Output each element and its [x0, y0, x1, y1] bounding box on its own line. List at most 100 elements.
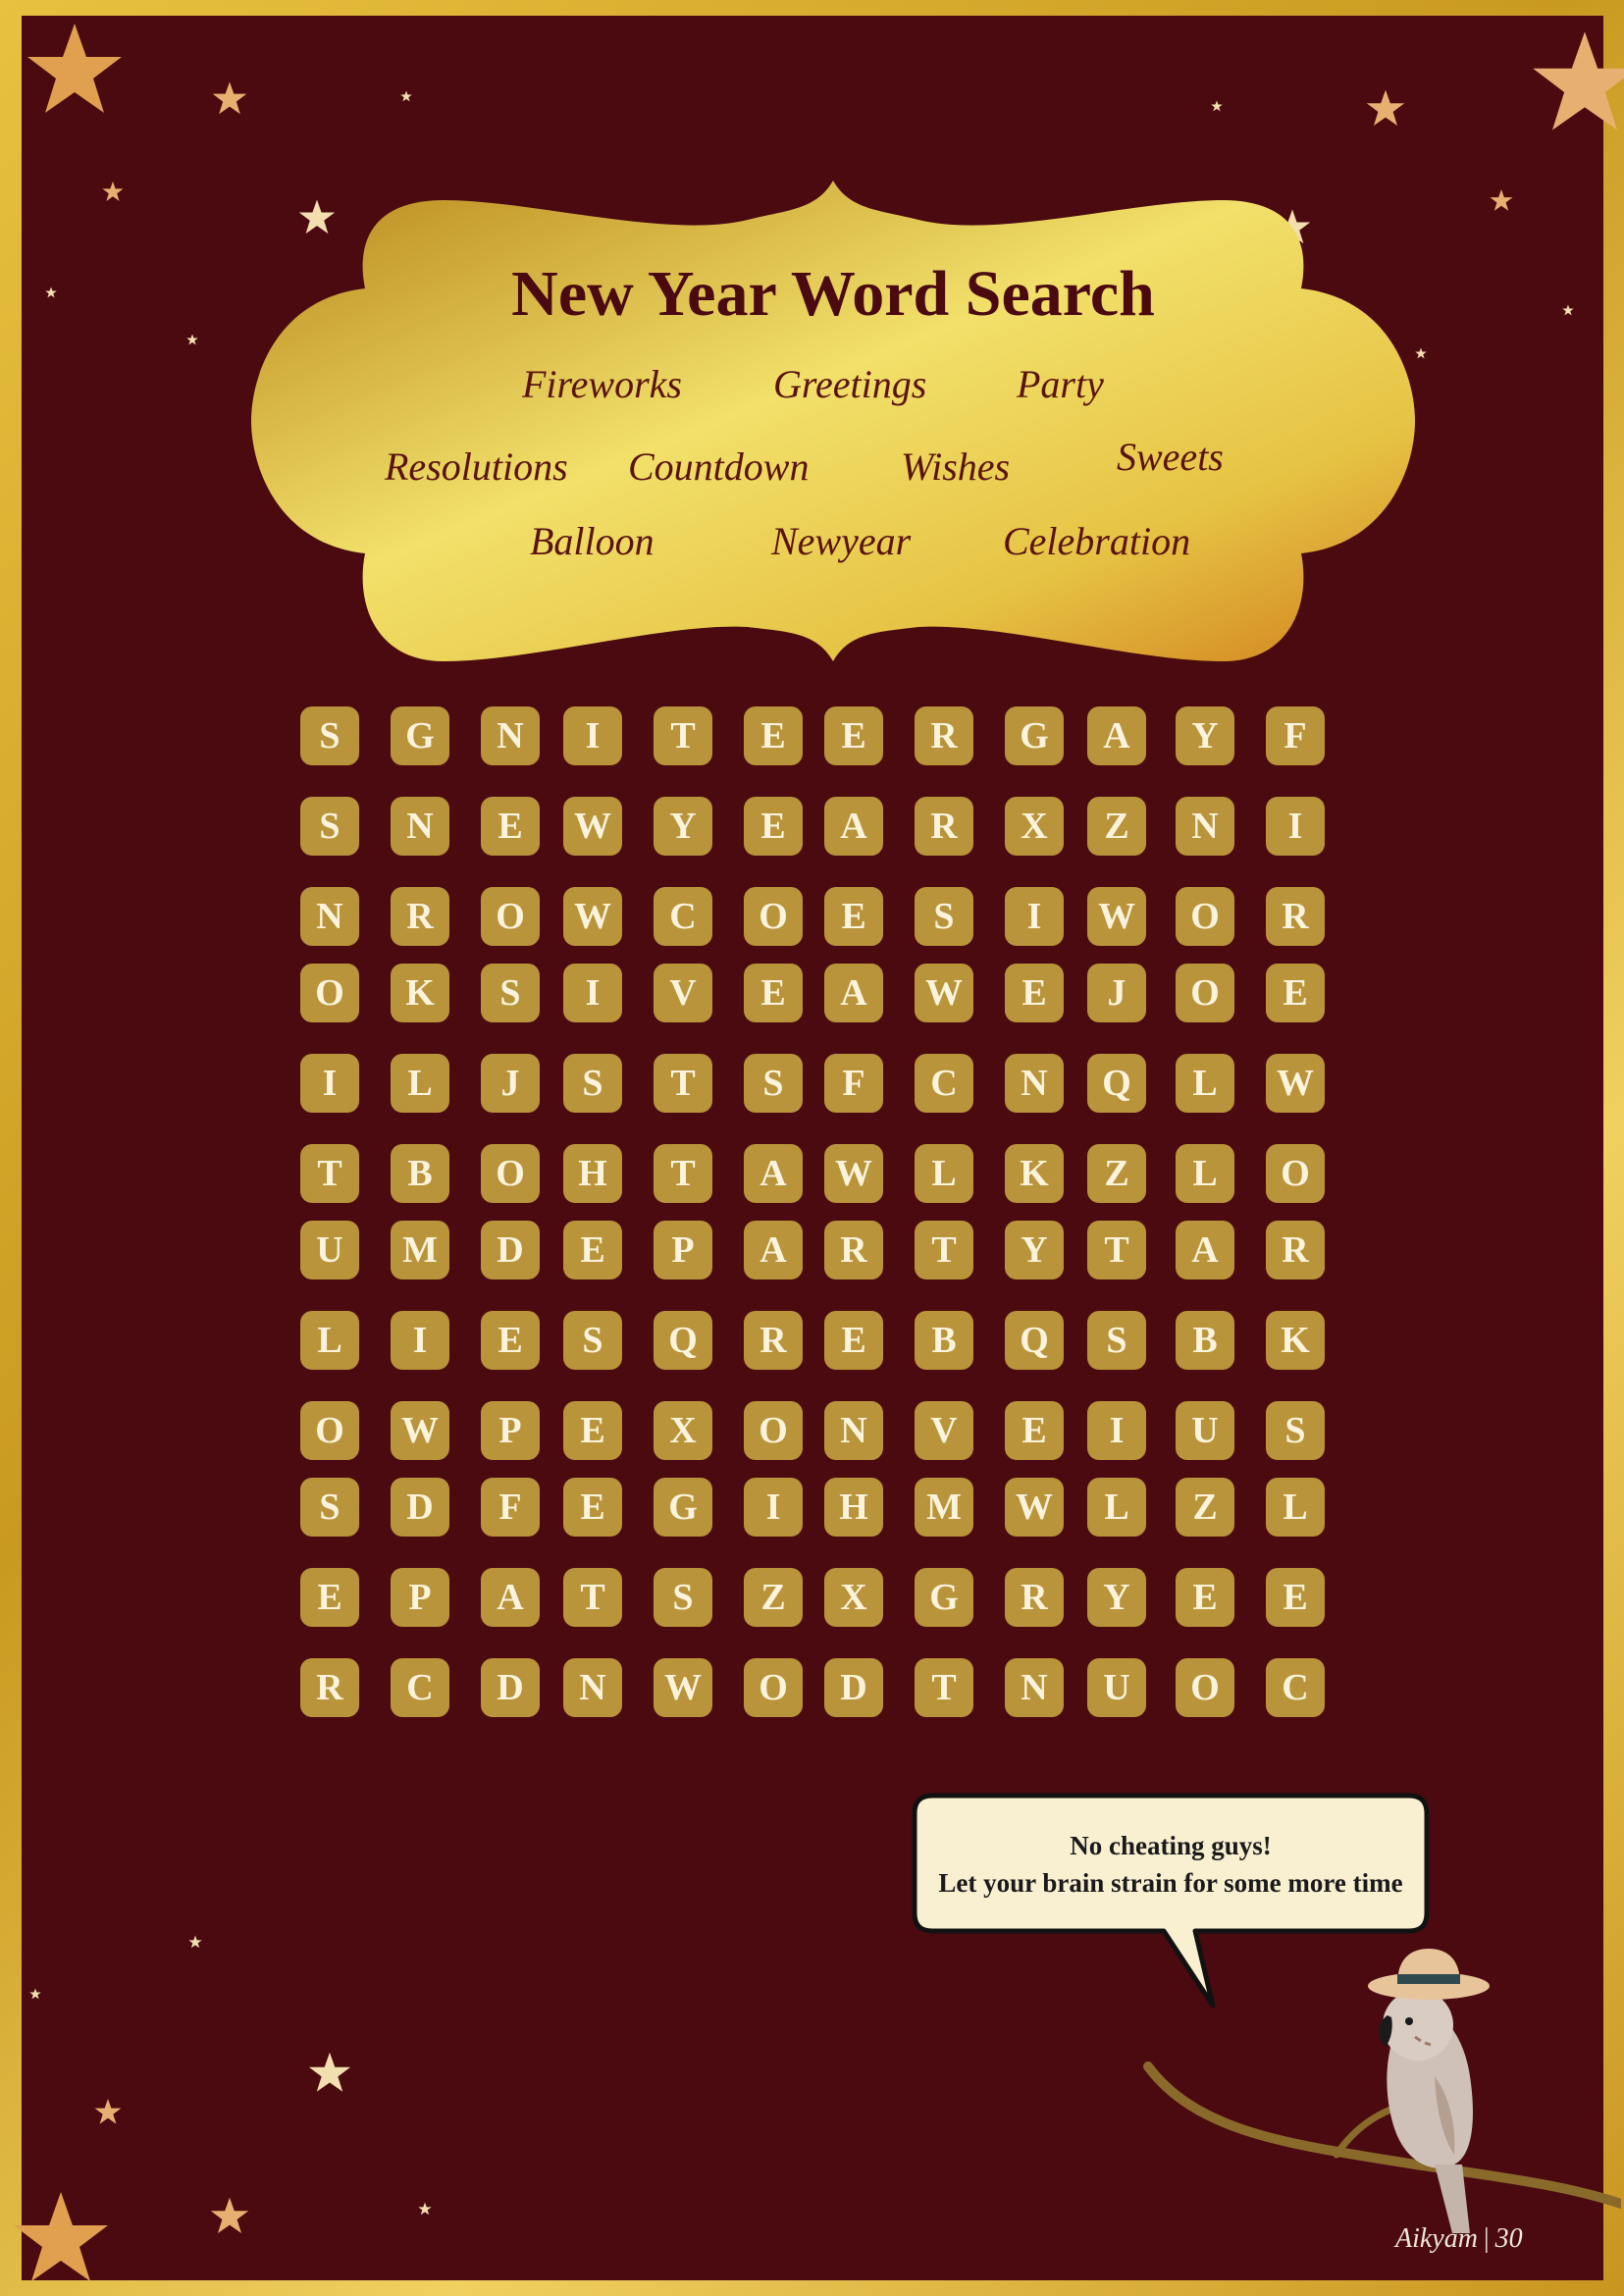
grid-letter-cell[interactable]: H — [563, 1144, 622, 1203]
grid-letter-cell[interactable]: W — [391, 1401, 449, 1460]
grid-letter-cell[interactable]: S — [300, 797, 359, 856]
grid-letter-cell[interactable]: I — [744, 1478, 803, 1537]
grid-letter-cell[interactable]: T — [654, 706, 712, 765]
grid-letter-cell[interactable]: D — [391, 1478, 449, 1537]
grid-letter-cell[interactable]: I — [1266, 797, 1325, 856]
grid-letter-cell[interactable]: L — [1087, 1478, 1146, 1537]
grid-letter-cell[interactable]: O — [481, 887, 540, 946]
grid-letter-cell[interactable]: K — [1005, 1144, 1064, 1203]
grid-letter-cell[interactable]: E — [744, 964, 803, 1022]
grid-letter-cell[interactable]: B — [391, 1144, 449, 1203]
grid-letter-cell[interactable]: S — [654, 1568, 712, 1627]
grid-letter-cell[interactable]: W — [654, 1658, 712, 1717]
grid-letter-cell[interactable]: E — [824, 706, 883, 765]
grid-letter-cell[interactable]: Q — [1005, 1311, 1064, 1370]
grid-letter-cell[interactable]: T — [654, 1144, 712, 1203]
grid-letter-cell[interactable]: X — [654, 1401, 712, 1460]
grid-letter-cell[interactable]: W — [563, 887, 622, 946]
grid-letter-cell[interactable]: Y — [654, 797, 712, 856]
grid-letter-cell[interactable]: E — [481, 1311, 540, 1370]
grid-letter-cell[interactable]: D — [481, 1221, 540, 1279]
grid-letter-cell[interactable]: Y — [1087, 1568, 1146, 1627]
grid-letter-cell[interactable]: W — [1266, 1054, 1325, 1113]
grid-letter-cell[interactable]: D — [481, 1658, 540, 1717]
grid-letter-cell[interactable]: T — [563, 1568, 622, 1627]
grid-letter-cell[interactable]: Z — [1176, 1478, 1234, 1537]
grid-letter-cell[interactable]: L — [300, 1311, 359, 1370]
grid-letter-cell[interactable]: F — [824, 1054, 883, 1113]
grid-letter-cell[interactable]: A — [1176, 1221, 1234, 1279]
grid-letter-cell[interactable]: B — [1176, 1311, 1234, 1370]
grid-letter-cell[interactable]: O — [1176, 964, 1234, 1022]
grid-letter-cell[interactable]: Z — [744, 1568, 803, 1627]
grid-letter-cell[interactable]: J — [1087, 964, 1146, 1022]
grid-letter-cell[interactable]: Z — [1087, 1144, 1146, 1203]
grid-letter-cell[interactable]: T — [654, 1054, 712, 1113]
grid-letter-cell[interactable]: E — [1266, 1568, 1325, 1627]
grid-letter-cell[interactable]: W — [1087, 887, 1146, 946]
grid-letter-cell[interactable]: G — [391, 706, 449, 765]
grid-letter-cell[interactable]: E — [744, 797, 803, 856]
grid-letter-cell[interactable]: E — [1005, 964, 1064, 1022]
grid-letter-cell[interactable]: H — [824, 1478, 883, 1537]
grid-letter-cell[interactable]: W — [824, 1144, 883, 1203]
grid-letter-cell[interactable]: O — [1176, 1658, 1234, 1717]
grid-letter-cell[interactable]: P — [481, 1401, 540, 1460]
grid-letter-cell[interactable]: E — [563, 1478, 622, 1537]
grid-letter-cell[interactable]: T — [915, 1658, 973, 1717]
grid-letter-cell[interactable]: C — [1266, 1658, 1325, 1717]
grid-letter-cell[interactable]: Y — [1176, 706, 1234, 765]
grid-letter-cell[interactable]: M — [915, 1478, 973, 1537]
grid-letter-cell[interactable]: A — [824, 964, 883, 1022]
grid-letter-cell[interactable]: E — [1005, 1401, 1064, 1460]
grid-letter-cell[interactable]: O — [744, 1401, 803, 1460]
grid-letter-cell[interactable]: E — [744, 706, 803, 765]
grid-letter-cell[interactable]: N — [391, 797, 449, 856]
grid-letter-cell[interactable]: R — [824, 1221, 883, 1279]
grid-letter-cell[interactable]: Q — [654, 1311, 712, 1370]
grid-letter-cell[interactable]: A — [744, 1221, 803, 1279]
grid-letter-cell[interactable]: A — [1087, 706, 1146, 765]
grid-letter-cell[interactable]: O — [744, 887, 803, 946]
grid-letter-cell[interactable]: C — [654, 887, 712, 946]
grid-letter-cell[interactable]: O — [481, 1144, 540, 1203]
grid-letter-cell[interactable]: L — [1176, 1144, 1234, 1203]
grid-letter-cell[interactable]: E — [1176, 1568, 1234, 1627]
grid-letter-cell[interactable]: X — [824, 1568, 883, 1627]
grid-letter-cell[interactable]: A — [824, 797, 883, 856]
grid-letter-cell[interactable]: C — [391, 1658, 449, 1717]
grid-letter-cell[interactable]: P — [391, 1568, 449, 1627]
grid-letter-cell[interactable]: W — [563, 797, 622, 856]
grid-letter-cell[interactable]: W — [1005, 1478, 1064, 1537]
grid-letter-cell[interactable]: I — [563, 706, 622, 765]
grid-letter-cell[interactable]: E — [563, 1221, 622, 1279]
grid-letter-cell[interactable]: T — [300, 1144, 359, 1203]
grid-letter-cell[interactable]: I — [563, 964, 622, 1022]
grid-letter-cell[interactable]: P — [654, 1221, 712, 1279]
grid-letter-cell[interactable]: R — [744, 1311, 803, 1370]
grid-letter-cell[interactable]: S — [1266, 1401, 1325, 1460]
grid-letter-cell[interactable]: S — [1087, 1311, 1146, 1370]
grid-letter-cell[interactable]: O — [300, 1401, 359, 1460]
grid-letter-cell[interactable]: G — [915, 1568, 973, 1627]
grid-letter-cell[interactable]: F — [1266, 706, 1325, 765]
grid-letter-cell[interactable]: G — [654, 1478, 712, 1537]
grid-letter-cell[interactable]: O — [1266, 1144, 1325, 1203]
grid-letter-cell[interactable]: R — [300, 1658, 359, 1717]
grid-letter-cell[interactable]: L — [1176, 1054, 1234, 1113]
grid-letter-cell[interactable]: B — [915, 1311, 973, 1370]
grid-letter-cell[interactable]: E — [824, 887, 883, 946]
grid-letter-cell[interactable]: E — [481, 797, 540, 856]
grid-letter-cell[interactable]: T — [915, 1221, 973, 1279]
grid-letter-cell[interactable]: N — [1005, 1054, 1064, 1113]
grid-letter-cell[interactable]: K — [1266, 1311, 1325, 1370]
grid-letter-cell[interactable]: Z — [1087, 797, 1146, 856]
grid-letter-cell[interactable]: I — [1087, 1401, 1146, 1460]
grid-letter-cell[interactable]: S — [300, 1478, 359, 1537]
grid-letter-cell[interactable]: L — [915, 1144, 973, 1203]
grid-letter-cell[interactable]: I — [1005, 887, 1064, 946]
grid-letter-cell[interactable]: O — [1176, 887, 1234, 946]
grid-letter-cell[interactable]: R — [1266, 887, 1325, 946]
grid-letter-cell[interactable]: A — [481, 1568, 540, 1627]
grid-letter-cell[interactable]: L — [1266, 1478, 1325, 1537]
